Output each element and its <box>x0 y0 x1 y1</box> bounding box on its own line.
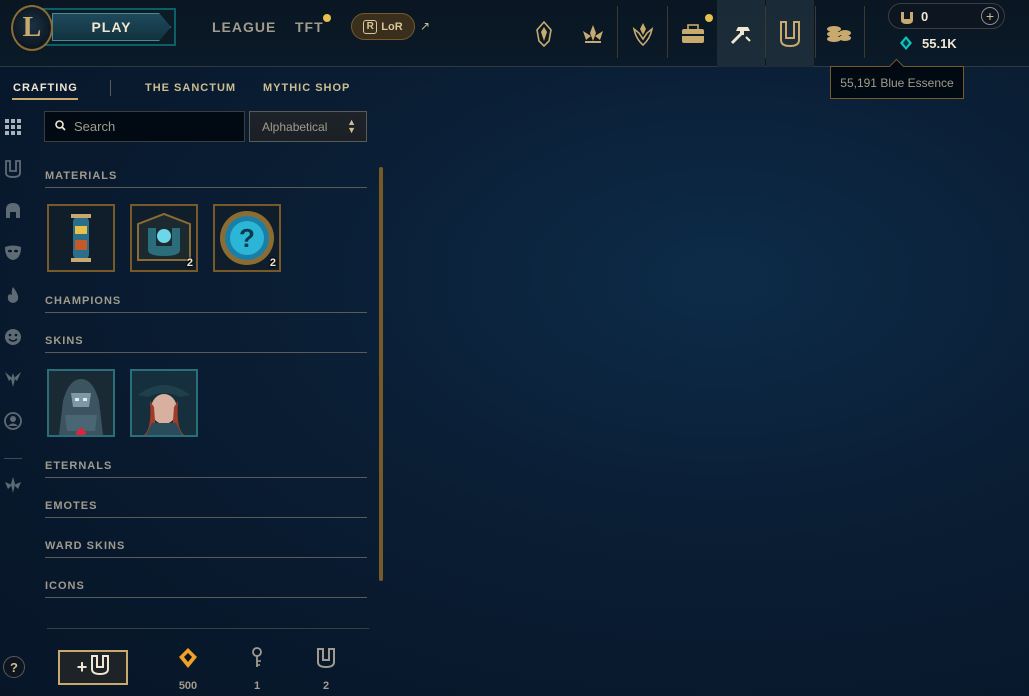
tft-notification-dot <box>323 14 331 22</box>
material-hextech-chest-tile[interactable]: 2 <box>130 204 198 272</box>
buy-rp-button[interactable]: + <box>981 7 999 25</box>
external-link-icon: ↗ <box>420 19 431 33</box>
section-ward-skins-header[interactable]: WARD SKINS <box>45 540 367 558</box>
riot-points-icon <box>899 9 915 30</box>
tab-the-sanctum[interactable]: THE SANCTUM <box>145 82 236 94</box>
footer-divider <box>47 628 369 629</box>
flame-icon[interactable] <box>3 285 23 305</box>
section-materials-header[interactable]: MATERIALS <box>45 170 367 188</box>
clash-icon[interactable] <box>520 0 568 67</box>
blue-essence-value[interactable]: 55.1K <box>922 36 957 51</box>
blue-essence-icon <box>899 35 913 56</box>
key-icon <box>237 646 277 670</box>
svg-text:?: ? <box>239 223 255 253</box>
item-count: 2 <box>186 257 193 269</box>
ranked-icon[interactable] <box>619 0 667 67</box>
mask-icon[interactable] <box>3 243 23 263</box>
skin-portrait-hat-icon <box>132 371 196 435</box>
icon-separator <box>864 6 865 58</box>
tab-separator <box>110 80 111 96</box>
chest-value: 2 <box>322 680 330 692</box>
skin-portrait-armored-icon <box>49 371 113 435</box>
collection-icon[interactable] <box>766 0 814 67</box>
smiley-icon[interactable] <box>3 327 23 347</box>
chest-icon <box>306 646 346 670</box>
help-button[interactable]: ? <box>3 656 25 678</box>
emblem-icon[interactable] <box>3 475 23 495</box>
nav-league[interactable]: LEAGUE <box>212 19 276 35</box>
play-button-label: PLAY <box>52 13 171 41</box>
section-icons-header[interactable]: ICONS <box>45 580 367 598</box>
list-scrollbar[interactable] <box>379 167 383 581</box>
helmet-icon[interactable] <box>3 201 23 221</box>
chest-icon <box>91 655 110 680</box>
search-input[interactable] <box>74 119 234 134</box>
search-icon <box>55 118 66 136</box>
sort-dropdown[interactable]: Alphabetical ▲ ▼ <box>249 111 367 142</box>
blue-essence-tooltip: 55,191 Blue Essence <box>830 66 964 99</box>
lor-label: LoR <box>381 20 403 33</box>
missions-icon[interactable] <box>669 0 717 67</box>
orange-essence-counter: 500 <box>168 646 208 692</box>
nav-lor-button[interactable]: R LoR <box>351 13 415 40</box>
material-mystery-orb-tile[interactable]: ? 2 <box>213 204 281 272</box>
ward-icon[interactable] <box>3 369 23 389</box>
search-field[interactable] <box>44 111 245 142</box>
skin-shard-tile[interactable] <box>130 369 198 437</box>
active-tab-indicator <box>12 98 78 100</box>
chevron-updown-icon: ▲ ▼ <box>347 117 356 135</box>
grid-icon[interactable] <box>3 117 23 137</box>
chest-counter: 2 <box>306 646 346 692</box>
key-value: 1 <box>253 680 261 692</box>
missions-notification-dot <box>705 14 713 22</box>
icon-separator <box>617 6 618 58</box>
riot-points-display[interactable]: 0 + <box>888 3 1005 29</box>
tab-crafting[interactable]: CRAFTING <box>13 82 78 94</box>
rail-separator <box>4 458 22 459</box>
section-champions-header[interactable]: CHAMPIONS <box>45 295 367 313</box>
play-button[interactable]: PLAY <box>42 8 176 46</box>
skin-shard-tile[interactable] <box>47 369 115 437</box>
nav-tft[interactable]: TFT <box>295 19 324 35</box>
plus-label: + <box>76 657 88 677</box>
section-skins-header[interactable]: SKINS <box>45 335 367 353</box>
capsule-icon <box>49 206 113 270</box>
chest-icon[interactable] <box>3 159 23 179</box>
crafting-icon[interactable] <box>717 0 765 67</box>
add-chest-button[interactable]: + <box>58 650 128 685</box>
orange-essence-value: 500 <box>178 680 198 692</box>
riot-points-value: 0 <box>921 9 929 24</box>
key-counter: 1 <box>237 646 277 692</box>
lor-badge-icon: R <box>363 19 378 34</box>
orange-essence-icon <box>168 646 208 670</box>
item-count: 2 <box>269 257 276 269</box>
tab-mythic-shop[interactable]: MYTHIC SHOP <box>263 82 350 94</box>
section-eternals-header[interactable]: ETERNALS <box>45 460 367 478</box>
store-icon[interactable] <box>815 0 863 67</box>
top-navigation-bar: PLAY L LEAGUE TFT R LoR ↗ 0 + 55.1K <box>0 0 1029 67</box>
portrait-icon[interactable] <box>3 411 23 431</box>
section-emotes-header[interactable]: EMOTES <box>45 500 367 518</box>
league-logo-icon[interactable]: L <box>11 5 53 51</box>
material-capsule-tile[interactable] <box>47 204 115 272</box>
icon-separator <box>667 6 668 58</box>
profile-crest-icon[interactable] <box>569 0 617 67</box>
sort-selected-value: Alphabetical <box>262 120 328 134</box>
